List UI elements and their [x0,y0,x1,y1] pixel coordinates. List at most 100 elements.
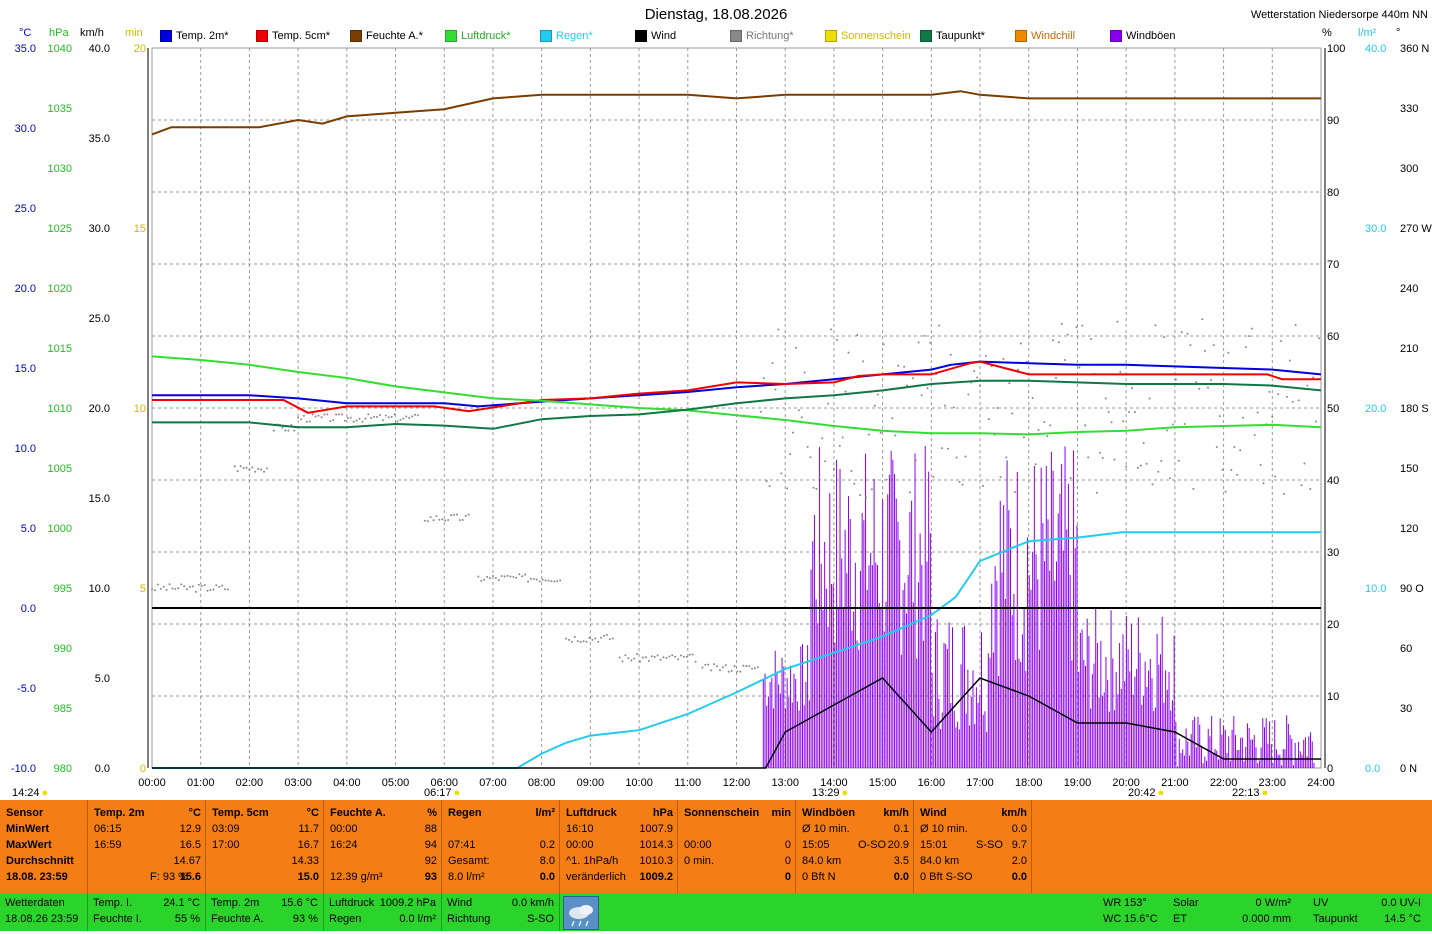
tick-label-degree: 60 [1400,643,1412,655]
richtung-dot [943,404,946,407]
stats-column: Feuchte A.% 00:00 88 16:24 94 92 12.39 g/m³ 93 [324,800,442,893]
current-item: Temp. I. 24.1 °C [93,897,200,909]
richtung-dot [829,328,832,331]
legend-item: Richtung* [730,30,794,42]
richtung-dot [859,494,862,497]
richtung-dot [1046,435,1049,438]
tick-label-percent: 100 [1327,43,1345,55]
richtung-dot [1244,346,1247,349]
stats-row: MaxWert [6,839,52,851]
stats-row: 8.0 l/m² 0.0 [448,871,555,883]
richtung-dot [1288,359,1291,362]
richtung-dot [162,585,165,588]
current-item: Feuchte A. 93 % [211,913,318,925]
legend-label: Feuchte A.* [366,30,423,42]
tick-label-rain: 0.0 [1365,763,1380,775]
richtung-dot [1142,442,1145,445]
tick-label-degree: 90 O [1400,583,1424,595]
richtung-dot [691,653,694,656]
richtung-dot [611,637,614,640]
richtung-dot [1101,456,1104,459]
current-column: Temp. 2m 15.6 °C Feuchte A. 93 % [206,893,324,931]
richtung-dot [1183,422,1186,425]
richtung-dot [780,472,783,475]
stats-row: 92 [424,855,437,867]
stats-row: MinWert [6,823,50,835]
richtung-dot [497,579,500,582]
richtung-dot [727,670,730,673]
richtung-dot [730,669,733,672]
richtung-dot [973,370,976,373]
richtung-dot [710,669,713,672]
richtung-dot [624,654,627,657]
richtung-dot [806,445,809,448]
richtung-dot [929,341,932,344]
legend-swatch [1110,30,1122,42]
richtung-dot [1145,462,1148,465]
richtung-dot [281,426,284,429]
richtung-dot [668,655,671,658]
richtung-dot [390,415,393,418]
richtung-dot [704,663,707,666]
richtung-dot [1119,370,1122,373]
legend-label: Taupunkt* [936,30,985,42]
tick-label-hpa: 995 [54,583,72,595]
richtung-dot [1049,424,1052,427]
tick-label-kmh: 0.0 [95,763,110,775]
richtung-dot [408,416,411,419]
legend-item: Windchill [1015,30,1075,42]
richtung-dot [879,431,882,434]
stats-row: ^1. 1hPa/h 1010.3 [566,855,673,867]
richtung-dot [742,664,745,667]
legend-swatch [445,30,457,42]
stats-row: 12.39 g/m³ 93 [330,871,437,883]
richtung-dot [1148,397,1151,400]
richtung-dot [239,465,242,468]
tick-label-hpa: 985 [54,703,72,715]
richtung-dot [1209,378,1212,381]
richtung-dot [206,589,209,592]
richtung-dot [1098,451,1101,454]
richtung-dot [556,580,559,583]
richtung-dot [579,640,582,643]
richtung-dot [177,587,180,590]
richtung-dot [835,338,838,341]
richtung-dot [856,333,859,336]
richtung-dot [608,638,611,641]
richtung-dot [964,455,967,458]
tick-label-temp: 10.0 [15,443,36,455]
legend-item: Regen* [540,30,593,42]
richtung-dot [1125,465,1128,468]
richtung-dot [707,663,710,666]
richtung-dot [671,654,674,657]
richtung-dot [1110,421,1113,424]
richtung-dot [171,587,174,590]
legend-label: Windchill [1031,30,1076,42]
richtung-dot [1157,470,1160,473]
richtung-dot [1174,378,1177,381]
richtung-dot [565,637,568,640]
stats-row: Ø 10 min. 0.0 [920,823,1027,835]
richtung-dot [952,406,955,409]
richtung-dot [867,433,870,436]
stats-row: 0 Bft S-SO 0.0 [920,871,1027,883]
current-column: Wind 0.0 km/h Richtung S-SO [442,893,560,931]
unit-hpa: hPa [49,27,69,39]
richtung-dot [1014,491,1017,494]
richtung-dot [1060,322,1063,325]
legend-swatch [635,30,647,42]
legend-item: Taupunkt* [920,30,985,42]
richtung-dot [1186,332,1189,335]
stats-column: Sensor MinWert MaxWert Durchschnitt 18.08. 2… [0,800,88,893]
tick-label-hpa: 1020 [48,283,72,295]
richtung-dot [411,415,414,418]
richtung-dot [305,420,308,423]
richtung-dot [464,514,467,517]
richtung-dot [1066,333,1069,336]
richtung-dot [789,453,792,456]
richtung-dot [759,410,762,413]
richtung-dot [559,579,562,582]
richtung-dot [1300,484,1303,487]
current-right-item: WC 15.6°C [1103,913,1158,925]
richtung-dot [958,480,961,483]
